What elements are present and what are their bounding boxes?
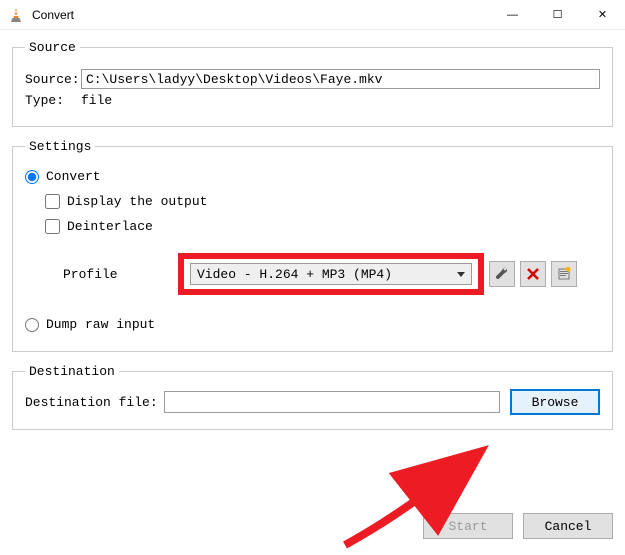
deinterlace-checkbox[interactable]: Deinterlace [45, 219, 153, 234]
destination-file-input[interactable] [164, 391, 500, 413]
dump-label: Dump raw input [46, 317, 155, 332]
browse-label: Browse [532, 395, 579, 410]
settings-group: Settings Convert Display the output Dein… [12, 139, 613, 352]
destination-legend: Destination [25, 364, 119, 379]
vlc-icon [8, 7, 24, 23]
edit-profile-button[interactable] [489, 261, 515, 287]
destination-file-label: Destination file: [25, 395, 158, 410]
new-profile-button[interactable] [551, 261, 577, 287]
convert-label: Convert [46, 169, 101, 184]
new-profile-icon [557, 267, 571, 281]
start-label: Start [448, 519, 487, 534]
settings-legend: Settings [25, 139, 95, 154]
profile-highlight: Video - H.264 + MP3 (MP4) [178, 253, 484, 295]
cancel-label: Cancel [545, 519, 592, 534]
source-group: Source Source: Type: file [12, 40, 613, 127]
convert-radio-input[interactable] [25, 170, 39, 184]
profile-label: Profile [63, 267, 178, 282]
minimize-button[interactable]: — [490, 0, 535, 29]
cancel-button[interactable]: Cancel [523, 513, 613, 539]
delete-profile-button[interactable] [520, 261, 546, 287]
footer: Start Cancel [401, 505, 625, 547]
maximize-button[interactable]: ☐ [535, 0, 580, 29]
dump-radio-input[interactable] [25, 318, 39, 332]
display-output-checkbox[interactable]: Display the output [45, 194, 207, 209]
deinterlace-input[interactable] [45, 219, 60, 234]
destination-group: Destination Destination file: Browse [12, 364, 613, 430]
window-title: Convert [32, 8, 490, 22]
start-button[interactable]: Start [423, 513, 513, 539]
display-output-input[interactable] [45, 194, 60, 209]
close-button[interactable]: ✕ [580, 0, 625, 29]
convert-radio[interactable]: Convert [25, 169, 101, 184]
window-controls: — ☐ ✕ [490, 0, 625, 29]
display-output-label: Display the output [67, 194, 207, 209]
source-legend: Source [25, 40, 80, 55]
dump-radio[interactable]: Dump raw input [25, 317, 155, 332]
titlebar: Convert — ☐ ✕ [0, 0, 625, 30]
type-value: file [81, 93, 112, 108]
browse-button[interactable]: Browse [510, 389, 600, 415]
delete-icon [527, 268, 539, 280]
type-label: Type: [25, 93, 81, 108]
profile-dropdown[interactable]: Video - H.264 + MP3 (MP4) [190, 263, 472, 285]
source-label: Source: [25, 72, 81, 87]
source-input[interactable] [81, 69, 600, 89]
wrench-icon [495, 267, 509, 281]
profile-value: Video - H.264 + MP3 (MP4) [197, 267, 392, 282]
deinterlace-label: Deinterlace [67, 219, 153, 234]
